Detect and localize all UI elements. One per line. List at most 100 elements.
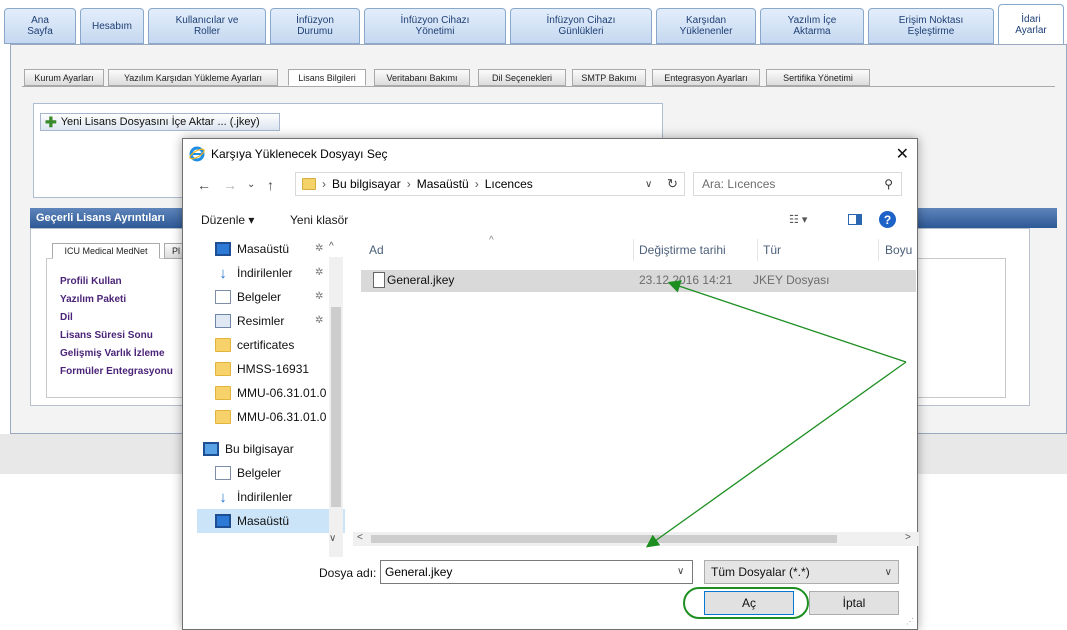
nav-tab-users-roles[interactable]: Kullanıcılar ve Roller [148,8,266,44]
subtab-certificate-management[interactable]: Sertifika Yönetimi [766,69,870,86]
pictures-icon [215,314,231,328]
filename-dropdown-icon[interactable]: ∨ [677,566,684,577]
nav-tab-label: İnfüzyon Durumu [296,15,334,37]
breadcrumb-licences[interactable]: Lıcences [485,177,533,191]
address-dropdown-icon[interactable]: ∨ [645,179,652,190]
search-icon[interactable]: ⚲ [884,177,893,191]
recent-locations-chevron-icon[interactable]: ⌄ [247,179,255,190]
nav-item-this-pc[interactable]: Bu bilgisayar [203,437,294,461]
filetype-value: Tüm Dosyalar (*.*) [711,565,810,579]
forward-arrow-icon[interactable]: → [223,177,237,193]
nav-item-certificates[interactable]: certificates [215,333,294,357]
license-details-title: Geçerli Lisans Ayrıntıları [36,212,165,224]
nav-item-mmu-1[interactable]: MMU-06.31.01.0 [215,381,326,405]
nav-tab-access-point-mapping[interactable]: Erişim Noktası Eşleştirme [868,8,994,44]
scroll-down-icon[interactable]: ∨ [329,533,336,544]
dialog-titlebar: Karşıya Yüklenecek Dosyayı Seç [183,139,917,169]
nav-item-label: MMU-06.31.01.0 [237,410,327,424]
nav-tab-admin-settings[interactable]: İdari Ayarlar [998,4,1064,45]
nav-tab-label: Erişim Noktası Eşleştirme [898,15,964,37]
chevron-down-icon: ∨ [884,567,892,578]
organize-menu-button[interactable]: Düzenle ▾ [201,213,254,227]
file-icon [373,272,385,288]
subtab-integration-settings[interactable]: Entegrasyon Ayarları [652,69,760,86]
top-navigation: Ana Sayfa Hesabım Kullanıcılar ve Roller… [0,0,1067,46]
nav-item-documents-2[interactable]: Belgeler [215,461,281,485]
nav-item-downloads-2[interactable]: ↓ İndirilenler [215,485,292,509]
column-date-modified[interactable]: Değiştirme tarihi [639,243,726,257]
import-license-button[interactable]: ✚ Yeni Lisans Dosyasını İçe Aktar ... (.… [40,113,280,131]
subtab-smtp-maintenance[interactable]: SMTP Bakımı [572,69,646,86]
label-license-expiry: Lisans Süresi Sonu [60,330,153,341]
scroll-up-icon[interactable]: ^ [329,241,334,252]
pin-icon[interactable]: ✲ [315,291,323,302]
nav-tab-home[interactable]: Ana Sayfa [4,8,76,44]
file-list-header: Ad Değiştirme tarihi Tür Boyu [353,235,919,265]
filetype-select[interactable]: Tüm Dosyalar (*.*) ∨ [704,560,899,584]
column-divider[interactable] [757,239,758,261]
filename-input[interactable] [380,560,693,584]
folder-icon [215,410,231,424]
breadcrumb-desktop[interactable]: Masaüstü [417,177,469,191]
refresh-icon[interactable]: ↻ [667,176,678,192]
nav-item-mmu-2[interactable]: MMU-06.31.01.0 [215,405,326,429]
nav-item-label: MMU-06.31.01.0 [237,386,327,400]
horizontal-scroll-thumb[interactable] [371,535,837,543]
nav-tab-downloads[interactable]: Karşıdan Yüklenenler [656,8,756,44]
folder-icon [215,386,231,400]
documents-icon [215,290,231,304]
nav-item-downloads[interactable]: ↓ İndirilenler [215,261,292,285]
column-type[interactable]: Tür [763,243,781,257]
nav-tab-infusion-status[interactable]: İnfüzyon Durumu [270,8,360,44]
scroll-right-icon[interactable]: > [905,532,911,543]
close-icon[interactable]: ✕ [896,144,909,164]
column-size[interactable]: Boyu [885,243,912,257]
pin-icon[interactable]: ✲ [315,243,323,254]
nav-tab-label: Kullanıcılar ve Roller [175,15,239,37]
column-divider[interactable] [878,239,879,261]
back-arrow-icon[interactable]: ← [197,177,211,193]
nav-tab-device-management[interactable]: İnfüzyon Cihazı Yönetimi [364,8,506,44]
internet-explorer-icon [189,146,205,162]
preview-pane-icon[interactable] [848,214,862,225]
filename-label: Dosya adı: [319,566,377,580]
nav-tab-software-import[interactable]: Yazılım İçe Aktarma [760,8,864,44]
search-placeholder: Ara: Lıcences [702,177,776,191]
nav-item-documents[interactable]: Belgeler [215,285,281,309]
file-row-general-jkey[interactable]: General.jkey 23.12.2016 14:21 JKEY Dosya… [361,270,916,292]
details-tab-mednet[interactable]: ICU Medical MedNet [52,243,160,259]
subtab-software-download-settings[interactable]: Yazılım Karşıdan Yükleme Ayarları [108,69,278,86]
column-name[interactable]: Ad [369,243,384,257]
cancel-button[interactable]: İptal [809,591,899,615]
column-divider[interactable] [633,239,634,261]
nav-tab-device-logs[interactable]: İnfüzyon Cihazı Günlükleri [510,8,652,44]
resize-grip-icon[interactable]: ⋰ [906,617,914,626]
help-icon[interactable]: ? [879,211,896,228]
pin-icon[interactable]: ✲ [315,315,323,326]
pin-icon[interactable]: ✲ [315,267,323,278]
new-folder-button[interactable]: Yeni klasör [290,213,348,227]
nav-pane-scroll-thumb[interactable] [331,307,341,507]
folder-icon [215,338,231,352]
breadcrumb-this-pc[interactable]: Bu bilgisayar [332,177,401,191]
import-license-label: Yeni Lisans Dosyasını İçe Aktar ... (.jk… [60,116,260,128]
nav-item-desktop[interactable]: Masaüstü [215,237,289,261]
up-arrow-icon[interactable]: ↑ [267,177,274,193]
search-input[interactable]: Ara: Lıcences ⚲ [693,172,902,196]
subtab-license-info[interactable]: Lisans Bilgileri [288,69,366,86]
nav-tab-account[interactable]: Hesabım [80,8,144,44]
subtab-database-maintenance[interactable]: Veritabanı Bakımı [374,69,470,86]
subtab-language-options[interactable]: Dil Seçenekleri [478,69,566,86]
view-options-icon[interactable]: ☷ ▾ [789,213,807,226]
nav-item-hmss[interactable]: HMSS-16931 [215,357,309,381]
plus-icon: ✚ [45,113,57,130]
address-bar[interactable]: › Bu bilgisayar › Masaüstü › Lıcences [295,172,685,196]
nav-item-desktop-selected[interactable]: Masaüstü [197,509,345,533]
scroll-left-icon[interactable]: < [357,532,363,543]
nav-item-pictures[interactable]: Resimler [215,309,284,333]
nav-tab-label: Yazılım İçe Aktarma [787,15,837,37]
desktop-icon [215,242,231,256]
nav-tab-label: Hesabım [91,20,132,32]
nav-item-label: Belgeler [237,290,282,304]
subtab-institution-settings[interactable]: Kurum Ayarları [24,69,104,86]
